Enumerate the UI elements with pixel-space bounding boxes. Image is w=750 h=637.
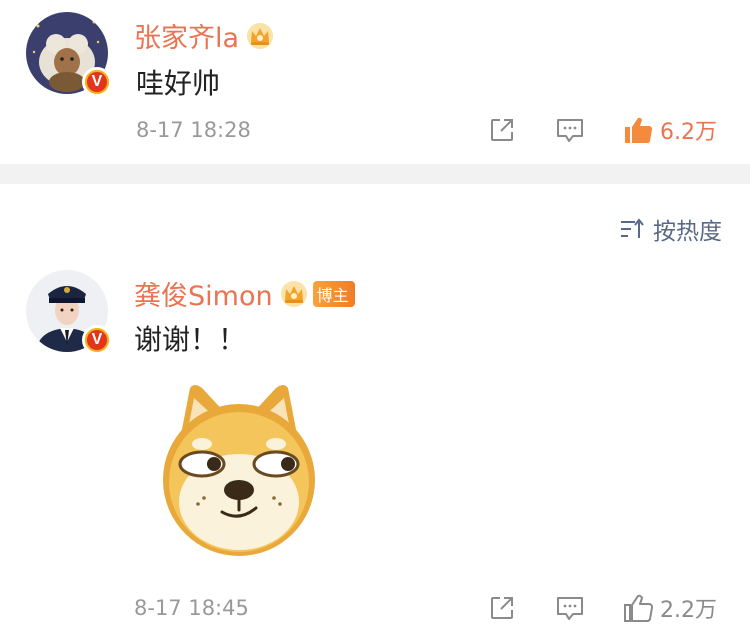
- like-button[interactable]: 2.2万: [622, 592, 717, 624]
- like-button[interactable]: 6.2万: [622, 114, 717, 146]
- username-text: 张家齐la: [134, 23, 240, 54]
- verified-badge-icon: V: [82, 325, 112, 355]
- crown-icon: [280, 280, 307, 307]
- share-button[interactable]: [488, 594, 516, 622]
- comment-button[interactable]: [556, 594, 584, 622]
- avatar[interactable]: V: [26, 270, 112, 355]
- comment-time: 8-17 18:28: [136, 118, 251, 142]
- share-icon: [491, 119, 513, 141]
- comment-icon: [557, 119, 583, 142]
- comment-text: 谢谢！！: [134, 323, 247, 356]
- share-button[interactable]: [488, 116, 516, 144]
- username[interactable]: 龚俊Simon 博主: [134, 274, 355, 313]
- comment-time: 8-17 18:45: [134, 596, 249, 620]
- verified-badge-icon: V: [82, 67, 112, 97]
- comment-1: V 张家齐la 哇好帅 8-17 18:28 6.2万: [0, 0, 750, 164]
- username-text: 龚俊Simon: [134, 281, 273, 312]
- thumbs-up-icon: [625, 117, 653, 144]
- comment-2: V 龚俊Simon 博主 谢谢！！ 8-17 18:45 2.2万: [0, 184, 750, 637]
- share-icon: [491, 597, 513, 619]
- like-count: 6.2万: [660, 120, 717, 145]
- crown-icon: [247, 22, 274, 49]
- like-count: 2.2万: [660, 598, 717, 623]
- thumbs-up-icon: [624, 594, 653, 622]
- section-divider: [0, 164, 750, 184]
- avatar[interactable]: V: [26, 12, 112, 97]
- blogger-tag: 博主: [312, 280, 355, 307]
- comment-text: 哇好帅: [136, 67, 221, 100]
- comment-button[interactable]: [556, 116, 584, 144]
- username[interactable]: 张家齐la: [134, 16, 275, 55]
- doge-emoji: [163, 385, 315, 556]
- comment-icon: [557, 597, 583, 620]
